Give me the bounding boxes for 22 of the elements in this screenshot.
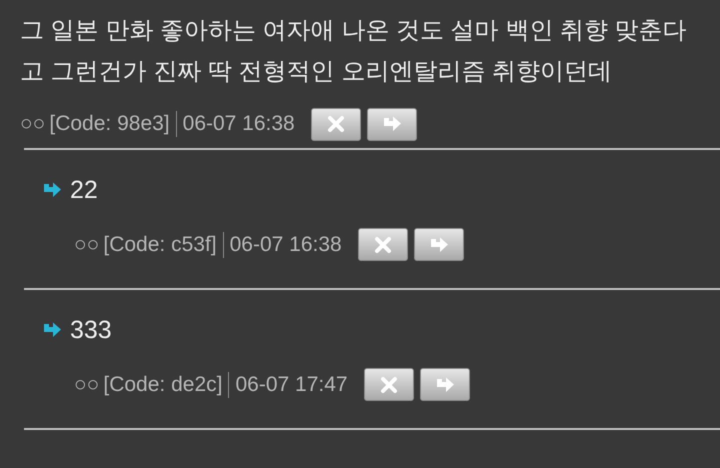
- delete-button[interactable]: [310, 108, 361, 140]
- author-name: ○○: [74, 232, 100, 258]
- close-icon: [372, 236, 393, 254]
- comment-code: [Code: 98e3]: [49, 111, 170, 138]
- comment-code: [Code: de2c]: [103, 372, 222, 398]
- comment-text: 그 일본 만화 좋아하는 여자애 나온 것도 설마 백인 취향 맞춘다고 그런건가 진짜 딱 전형적인 오리엔탈리즘 취향이던데: [20, 16, 688, 87]
- reply-arrow-icon: [428, 236, 449, 252]
- reply-button[interactable]: [366, 108, 417, 140]
- reply-text: 22: [70, 175, 98, 206]
- reply-arrow-icon: [382, 116, 402, 132]
- close-icon: [378, 376, 399, 394]
- comment-time: 06-07 16:38: [230, 232, 342, 258]
- comment-time: 06-07 16:38: [182, 111, 295, 138]
- comment-code: [Code: c53f]: [103, 232, 217, 258]
- close-icon: [326, 115, 346, 133]
- reply-marker-icon: [42, 322, 62, 338]
- reply-arrow-icon: [434, 376, 455, 392]
- reply-marker-icon: [42, 182, 62, 198]
- reply-text: 333: [70, 315, 112, 346]
- comment-time: 06-07 17:47: [235, 372, 348, 398]
- author-name: ○○: [74, 372, 100, 398]
- author-name: ○○: [20, 111, 46, 138]
